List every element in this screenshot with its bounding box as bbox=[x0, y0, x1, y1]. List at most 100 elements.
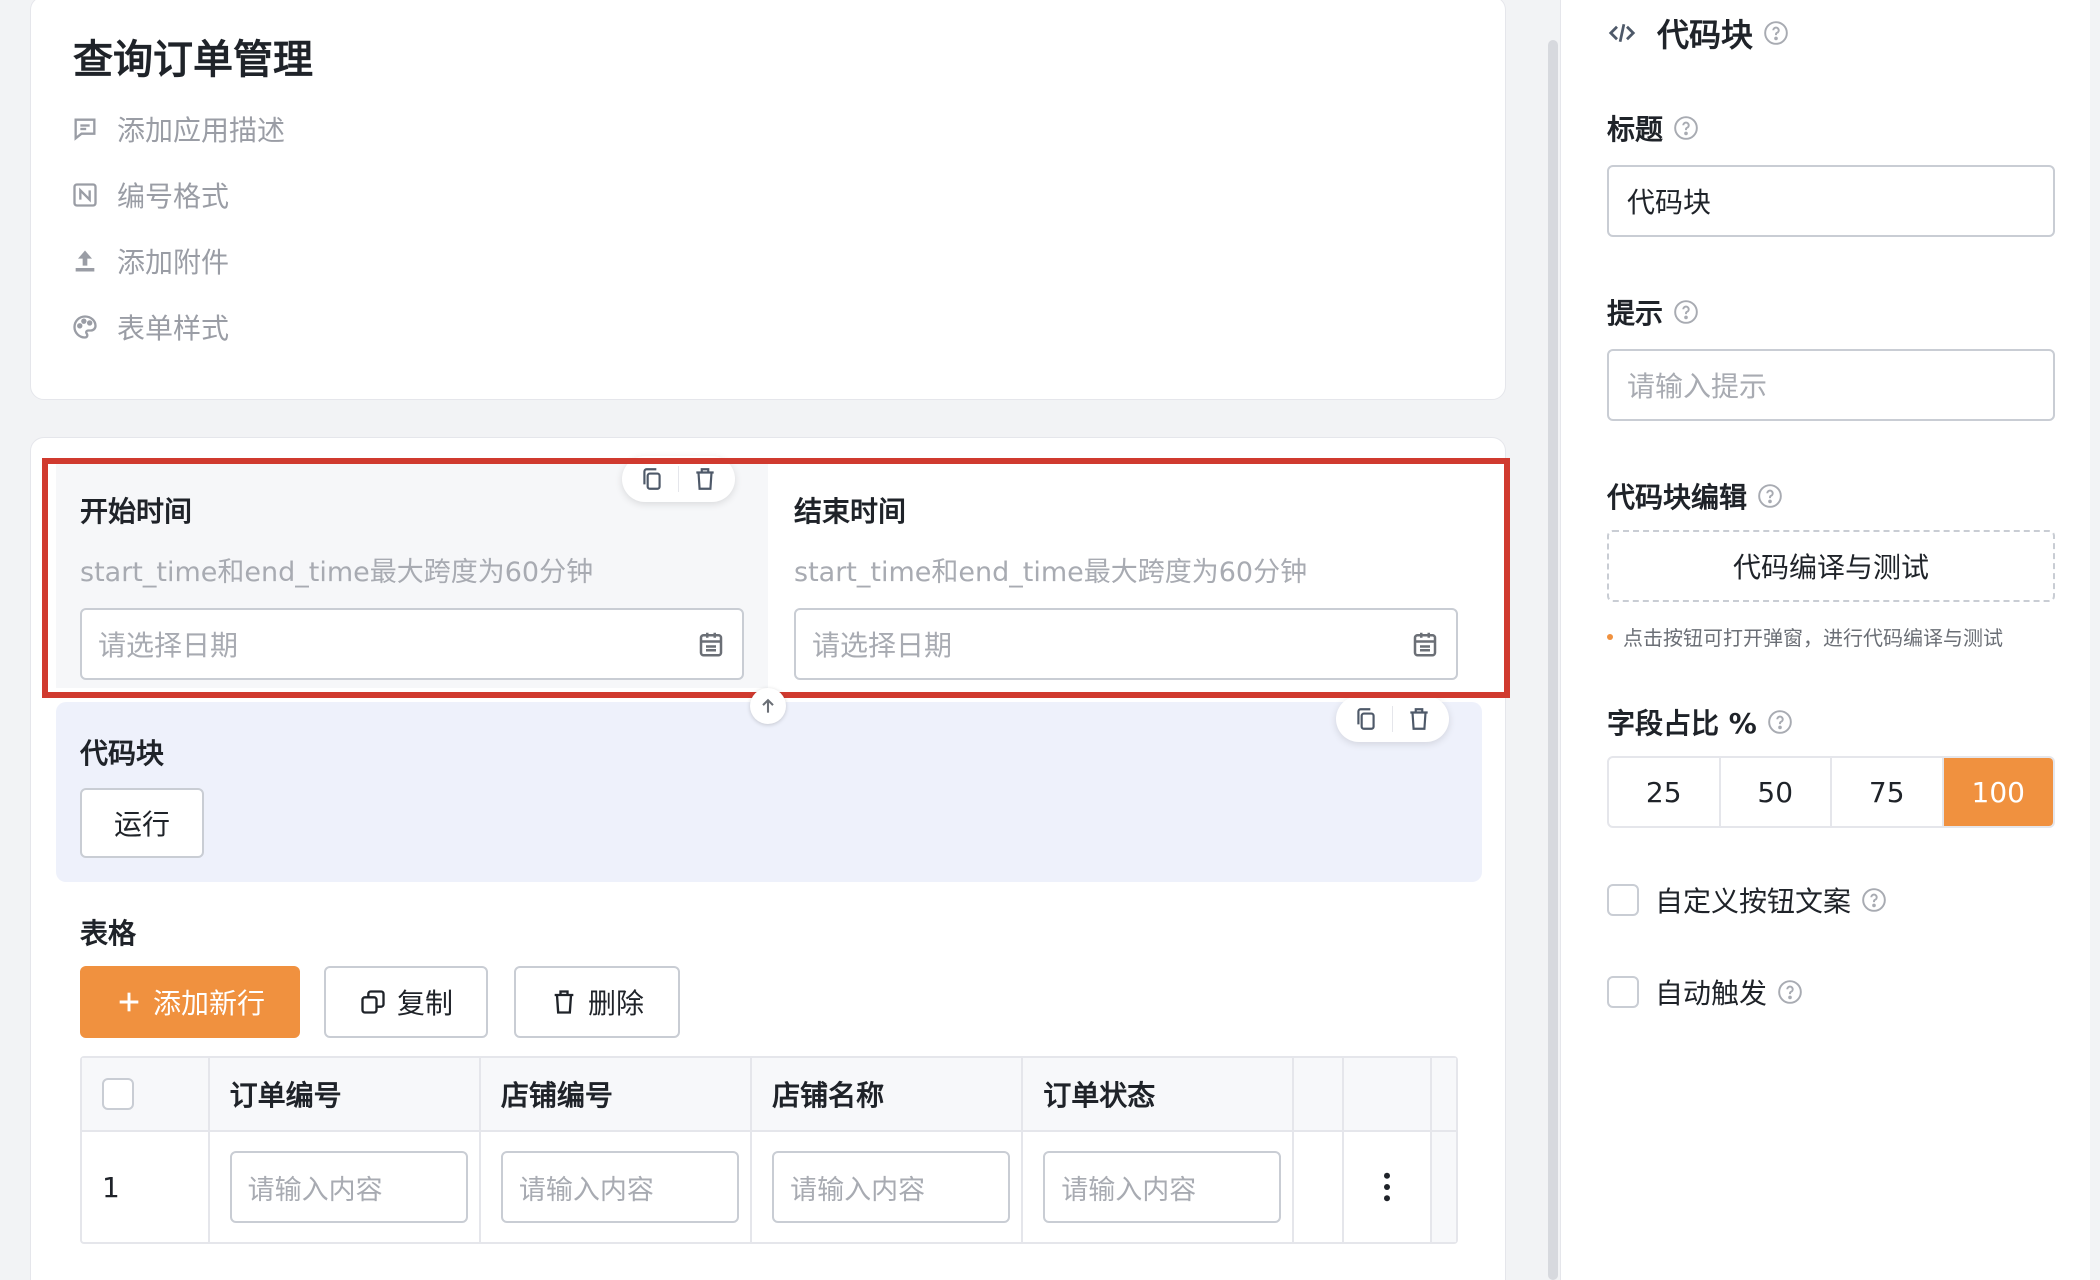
table-scrollbar[interactable] bbox=[1432, 1058, 1456, 1130]
column-header[interactable]: 店铺编号 bbox=[481, 1058, 753, 1130]
field-label: 开始时间 bbox=[80, 495, 193, 528]
copy-field-button[interactable] bbox=[632, 459, 672, 499]
store-number-input[interactable]: 请输入内容 bbox=[500, 1151, 739, 1223]
panel-header: 代码块 bbox=[1607, 10, 1789, 56]
field-description: start_time和end_time最大跨度为60分钟 bbox=[80, 557, 594, 588]
calendar-icon bbox=[1413, 632, 1437, 657]
trash-icon bbox=[554, 990, 574, 1014]
plus-icon bbox=[119, 992, 139, 1012]
auto-trigger-option[interactable]: 自动触发 bbox=[1607, 972, 1803, 1012]
calendar-icon bbox=[699, 632, 723, 657]
table-cell: 请输入内容 bbox=[1023, 1132, 1295, 1242]
label-text: 代码块编辑 bbox=[1607, 481, 1748, 514]
comment-icon bbox=[74, 118, 96, 141]
custom-button-text-option[interactable]: 自定义按钮文案 bbox=[1607, 880, 1887, 920]
hint-setting-label: 提示 bbox=[1607, 292, 1699, 332]
trash-icon bbox=[696, 468, 714, 490]
ratio-option-75[interactable]: 75 bbox=[1832, 758, 1944, 826]
table-cell: 请输入内容 bbox=[481, 1132, 753, 1242]
subform-table: 订单编号 店铺编号 店铺名称 订单状态 1 请输入内容 请输入内容 请输入内容 … bbox=[80, 1056, 1458, 1244]
ratio-option-100[interactable]: 100 bbox=[1943, 758, 2053, 826]
trash-icon bbox=[1410, 708, 1428, 730]
delete-field-button[interactable] bbox=[685, 459, 725, 499]
label-text: 字段占比 % bbox=[1607, 707, 1757, 740]
table-scrollbar[interactable] bbox=[1432, 1132, 1456, 1242]
help-icon[interactable] bbox=[1673, 115, 1699, 141]
ratio-option-50[interactable]: 50 bbox=[1721, 758, 1832, 826]
form-title[interactable]: 查询订单管理 bbox=[73, 27, 313, 85]
add-row-button[interactable]: 添加新行 bbox=[80, 966, 300, 1038]
toolbar-divider bbox=[678, 466, 679, 492]
add-description-link[interactable]: 添加应用描述 bbox=[71, 109, 285, 149]
tip-text: 点击按钮可打开弹窗，进行代码编译与测试 bbox=[1623, 626, 2003, 650]
help-icon[interactable] bbox=[1777, 979, 1803, 1005]
button-label: 删除 bbox=[587, 987, 644, 1020]
table-row: 1 请输入内容 请输入内容 请输入内容 请输入内容 bbox=[82, 1132, 1456, 1242]
table-field-label: 表格 bbox=[80, 917, 137, 950]
order-number-input[interactable]: 请输入内容 bbox=[229, 1151, 468, 1223]
palette-icon bbox=[73, 315, 97, 339]
run-button[interactable]: 运行 bbox=[80, 788, 204, 858]
title-setting-label: 标题 bbox=[1607, 108, 1699, 148]
label-text: 提示 bbox=[1607, 297, 1664, 330]
option-label: 自定义按钮文案 bbox=[1655, 885, 1852, 918]
code-compile-test-button[interactable]: 代码编译与测试 bbox=[1607, 530, 2055, 602]
copy-icon bbox=[1357, 708, 1375, 730]
code-block-field[interactable]: 代码块 运行 bbox=[56, 702, 1482, 882]
help-icon[interactable] bbox=[1673, 299, 1699, 325]
ratio-option-25[interactable]: 25 bbox=[1609, 758, 1721, 826]
button-label: 复制 bbox=[396, 987, 453, 1020]
number-format-icon bbox=[73, 183, 97, 207]
row-more-button[interactable] bbox=[1344, 1132, 1433, 1242]
field-label: 结束时间 bbox=[794, 495, 907, 528]
date-placeholder: 请选择日期 bbox=[98, 629, 239, 662]
code-icon bbox=[1608, 23, 1636, 43]
properties-panel: 代码块 标题 代码块 提示 请输入提示 代码块编辑 代码编译与测试 点击按钮可打… bbox=[1560, 0, 2100, 1280]
row-number: 1 bbox=[102, 1170, 120, 1204]
order-status-input[interactable]: 请输入内容 bbox=[1043, 1151, 1282, 1223]
hint-input[interactable]: 请输入提示 bbox=[1607, 349, 2055, 421]
end-time-field[interactable]: 结束时间 start_time和end_time最大跨度为60分钟 请选择日期 bbox=[770, 464, 1490, 688]
field-label: 代码块 bbox=[80, 737, 165, 770]
start-date-picker[interactable]: 请选择日期 bbox=[80, 608, 744, 680]
row-number-cell: 1 bbox=[82, 1132, 210, 1242]
table-cell: 请输入内容 bbox=[752, 1132, 1024, 1242]
help-icon[interactable] bbox=[1767, 709, 1793, 735]
window-edge bbox=[2090, 0, 2100, 1280]
code-block-toolbar bbox=[1336, 696, 1449, 742]
column-header[interactable]: 订单编号 bbox=[210, 1058, 481, 1130]
more-vertical-icon bbox=[1384, 1172, 1391, 1202]
copy-field-button[interactable] bbox=[1346, 699, 1386, 739]
select-all-checkbox[interactable] bbox=[102, 1078, 134, 1110]
copy-row-button[interactable]: 复制 bbox=[324, 966, 488, 1038]
form-style-link[interactable]: 表单样式 bbox=[71, 307, 229, 347]
store-name-input[interactable]: 请输入内容 bbox=[772, 1151, 1011, 1223]
help-icon[interactable] bbox=[1757, 483, 1783, 509]
column-header[interactable]: 订单状态 bbox=[1023, 1058, 1295, 1130]
title-input[interactable]: 代码块 bbox=[1607, 165, 2055, 237]
meta-item-label: 表单样式 bbox=[117, 312, 230, 345]
canvas-scrollbar[interactable] bbox=[1548, 40, 1558, 1280]
custom-button-text-checkbox[interactable] bbox=[1607, 884, 1639, 916]
auto-trigger-checkbox[interactable] bbox=[1607, 976, 1639, 1008]
delete-field-button[interactable] bbox=[1399, 699, 1439, 739]
end-date-picker[interactable]: 请选择日期 bbox=[794, 608, 1458, 680]
code-edit-tip: 点击按钮可打开弹窗，进行代码编译与测试 bbox=[1607, 622, 2003, 651]
upload-icon bbox=[75, 250, 95, 272]
form-canvas: 查询订单管理 添加应用描述 编号格式 添加附件 表单样式 开始时间 start_… bbox=[0, 0, 1546, 1280]
move-up-handle[interactable] bbox=[750, 688, 786, 724]
tip-dot bbox=[1607, 633, 1613, 640]
form-info-card: 查询订单管理 添加应用描述 编号格式 添加附件 表单样式 bbox=[30, 0, 1506, 400]
help-icon[interactable] bbox=[1763, 20, 1789, 46]
add-attachment-link[interactable]: 添加附件 bbox=[71, 241, 229, 281]
copy-icon bbox=[361, 990, 385, 1014]
operation-header bbox=[1344, 1058, 1433, 1130]
field-toolbar bbox=[622, 456, 735, 502]
help-icon[interactable] bbox=[1861, 887, 1887, 913]
option-label: 自动触发 bbox=[1655, 977, 1768, 1010]
meta-item-label: 添加应用描述 bbox=[117, 114, 286, 147]
number-format-link[interactable]: 编号格式 bbox=[71, 175, 229, 215]
column-header[interactable]: 店铺名称 bbox=[752, 1058, 1024, 1130]
delete-row-button[interactable]: 删除 bbox=[514, 966, 680, 1038]
label-text: 标题 bbox=[1607, 113, 1664, 146]
